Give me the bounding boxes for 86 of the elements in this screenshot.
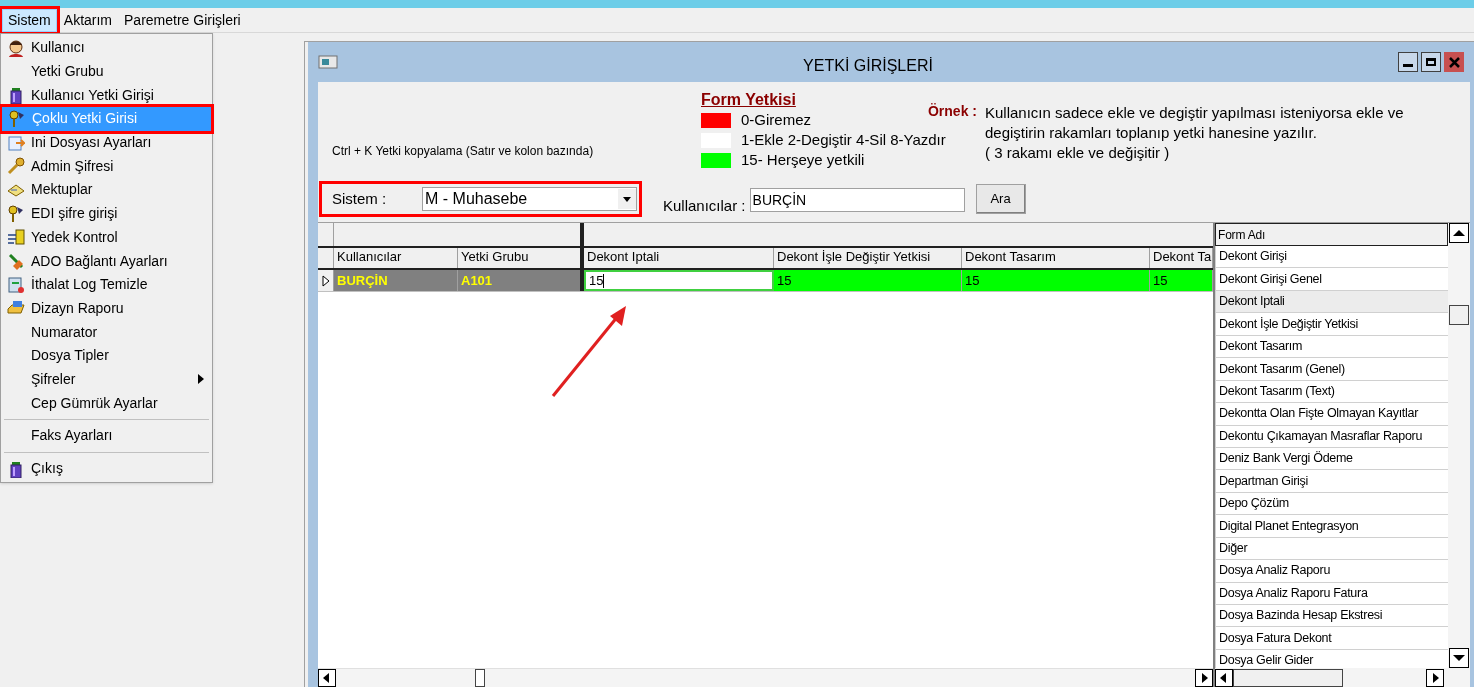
- keys-icon: [7, 204, 25, 223]
- key-icon: [7, 157, 25, 176]
- users-label: Kullanıcılar :: [663, 196, 746, 216]
- document-icon: [7, 228, 25, 247]
- list-item[interactable]: Dekont İşle Değiştir Yetkisi: [1215, 313, 1448, 336]
- submenu-arrow-icon: [198, 374, 204, 385]
- document-icon: [7, 275, 25, 294]
- menu-item[interactable]: Faks Ayarları: [1, 424, 212, 448]
- example-text: Kullanıcın sadece ekle ve degiştir yapılması isteniyorsa ekle ve degiştirin rakamları toplanıp yetki hanesine yazılır. ( 3 rakamı ekle ve değişitir ): [985, 103, 1404, 163]
- column-header[interactable]: Dekont Iptali: [584, 248, 774, 268]
- scroll-thumb[interactable]: [1449, 305, 1469, 325]
- scroll-up-icon[interactable]: [1449, 223, 1469, 243]
- column-header[interactable]: Dekont İşle Değiştir Yetkisi: [774, 248, 962, 268]
- list-item[interactable]: Dosya Analiz Raporu: [1215, 560, 1448, 583]
- window-title: YETKİ GİRİŞLERİ: [802, 56, 934, 76]
- plug-icon: [7, 252, 25, 271]
- column-header[interactable]: Kullanıcılar: [334, 248, 458, 268]
- menu-item[interactable]: Dizayn Raporu: [1, 296, 212, 321]
- menu-item[interactable]: Aktarım: [58, 8, 118, 32]
- horizontal-scrollbar[interactable]: [318, 668, 1213, 687]
- menu-item[interactable]: Mektuplar: [1, 178, 212, 202]
- column-header[interactable]: Dekont Tasarım: [962, 248, 1150, 268]
- menu-item[interactable]: Şifreler: [1, 367, 212, 392]
- list-item[interactable]: Deniz Bank Vergi Ödeme: [1215, 447, 1448, 471]
- table-cell: 15: [1150, 270, 1213, 291]
- tower-icon: [7, 86, 25, 105]
- scroll-right-icon[interactable]: [1426, 668, 1444, 687]
- menu-item[interactable]: Yedek Kontrol: [1, 225, 212, 250]
- table-cell: BURÇİN: [334, 270, 458, 291]
- horizontal-scrollbar[interactable]: [1215, 668, 1470, 687]
- scroll-right-icon[interactable]: [1195, 669, 1213, 687]
- menu-item[interactable]: Sistem: [2, 8, 57, 32]
- list-item[interactable]: Dekont Tasarım: [1215, 335, 1448, 359]
- example-label: Örnek :: [928, 102, 977, 120]
- legend-label: 15- Herşeye yetkili: [741, 149, 865, 170]
- users-field[interactable]: BURÇİN: [749, 188, 965, 212]
- list-item[interactable]: Dekont Iptali: [1215, 290, 1448, 314]
- list-item[interactable]: Dosya Analiz Raporu Fatura: [1215, 582, 1448, 605]
- menu-item[interactable]: Paremetre Girişleri: [119, 8, 246, 32]
- maximize-button[interactable]: [1421, 52, 1441, 72]
- list-item[interactable]: Dosya Fatura Dekont: [1215, 627, 1448, 650]
- notepad-icon: [7, 133, 25, 152]
- menu-item[interactable]: ADO Bağlantı Ayarları: [1, 249, 212, 273]
- table-cell: 15: [774, 270, 962, 291]
- list-item[interactable]: Dekontu Çıkamayan Masraflar Raporu: [1215, 425, 1448, 448]
- list-item[interactable]: Dekont Tasarım (Genel): [1215, 358, 1448, 381]
- menu-item[interactable]: Kullanıcı: [1, 36, 212, 60]
- list-item[interactable]: Dekontta Olan Fişte Olmayan Kayıtlar: [1215, 403, 1448, 426]
- window-icon: [318, 54, 338, 70]
- list-item[interactable]: Dekont Girişi: [1215, 246, 1448, 269]
- column-header[interactable]: Form Adı: [1215, 223, 1448, 246]
- menu-item[interactable]: İthalat Log Temizle: [1, 272, 212, 297]
- menu-item[interactable]: Numarator: [1, 320, 212, 344]
- menu-item[interactable]: Admin Şifresi: [1, 154, 212, 179]
- menu-item[interactable]: Kullanıcı Yetki Girişi: [1, 83, 212, 108]
- list-item[interactable]: Depo Çözüm: [1215, 492, 1448, 516]
- keys-icon: [8, 109, 26, 128]
- minimize-button[interactable]: [1398, 52, 1418, 72]
- menu-item[interactable]: Yetki Grubu: [1, 59, 212, 84]
- scroll-left-icon[interactable]: [1215, 668, 1233, 687]
- cell-editor[interactable]: 15: [584, 270, 774, 291]
- list-item[interactable]: Departman Girişi: [1215, 470, 1448, 493]
- menu-item[interactable]: Çıkış: [1, 456, 212, 481]
- person-icon: [7, 38, 25, 57]
- tower-icon: [7, 459, 25, 478]
- list-item[interactable]: Dosya Bazinda Hesap Ekstresi: [1215, 605, 1448, 628]
- list-item[interactable]: Digital Planet Entegrasyon: [1215, 515, 1448, 538]
- table-cell: A101: [458, 270, 584, 291]
- legend-label: 1-Ekle 2-Degiştir 4-Sil 8-Yazdır: [741, 129, 946, 150]
- list-item[interactable]: Dekont Girişi Genel: [1215, 268, 1448, 291]
- scroll-thumb[interactable]: [1233, 668, 1343, 687]
- scroll-down-icon[interactable]: [1449, 648, 1469, 668]
- table-cell: 15: [962, 270, 1150, 291]
- search-button[interactable]: Ara: [975, 184, 1026, 214]
- vertical-scrollbar[interactable]: [1448, 223, 1470, 668]
- legend-title: Form Yetkisi: [701, 90, 796, 110]
- menu-item[interactable]: Dosya Tipler: [1, 343, 212, 368]
- list-item[interactable]: Diğer: [1215, 537, 1448, 561]
- list-item[interactable]: Dekont Tasarım (Text): [1215, 380, 1448, 404]
- scroll-thumb[interactable]: [475, 669, 485, 687]
- legend-label: 0-Giremez: [741, 109, 811, 130]
- scroll-left-icon[interactable]: [318, 669, 336, 687]
- menu-item[interactable]: Cep Gümrük Ayarlar: [1, 391, 212, 415]
- menu-item[interactable]: Ini Dosyası Ayarları: [1, 130, 212, 155]
- menu-item[interactable]: EDI şifre girişi: [1, 201, 212, 226]
- hint-text: Ctrl + K Yetki kopyalama (Satır ve kolon bazında): [332, 144, 594, 158]
